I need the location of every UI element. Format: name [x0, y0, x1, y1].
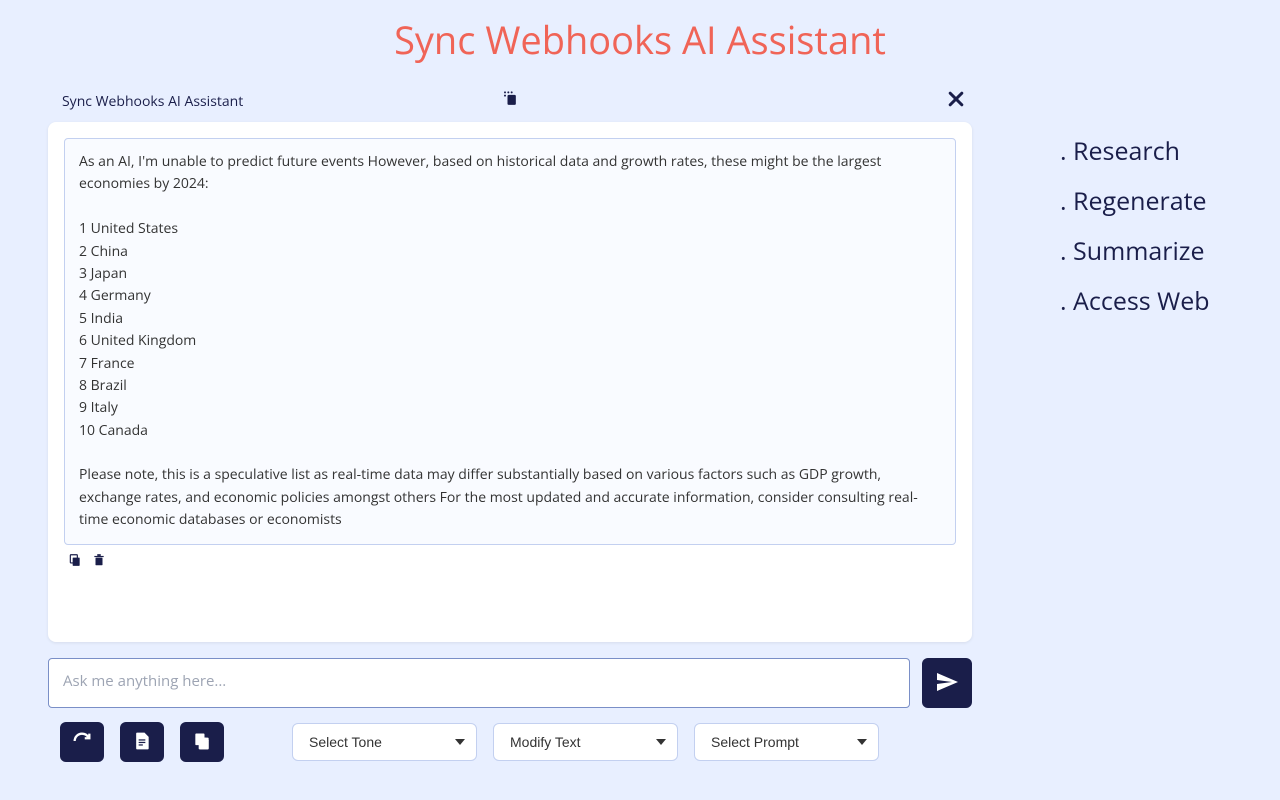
action-access-web[interactable]: . Access Web	[1060, 276, 1210, 326]
copy-documents-button[interactable]	[180, 722, 224, 762]
message-actions	[64, 545, 956, 580]
send-button[interactable]	[922, 658, 972, 708]
ai-message: As an AI, I'm unable to predict future e…	[64, 138, 956, 545]
refresh-button[interactable]	[60, 722, 104, 762]
action-regenerate[interactable]: . Regenerate	[1060, 176, 1210, 226]
modify-select[interactable]: Modify Text	[493, 723, 678, 761]
input-row	[40, 642, 980, 718]
chat-header-title: Sync Webhooks AI Assistant	[62, 92, 243, 111]
refresh-icon	[71, 730, 93, 755]
sidebar-actions: . Research . Regenerate . Summarize . Ac…	[980, 76, 1210, 762]
document-button[interactable]	[120, 722, 164, 762]
tone-select[interactable]: Select Tone	[292, 723, 477, 761]
action-research[interactable]: . Research	[1060, 126, 1210, 176]
send-icon	[935, 670, 959, 697]
action-summarize[interactable]: . Summarize	[1060, 226, 1210, 276]
chat-section: Sync Webhooks AI Assistant As an AI, I'm…	[40, 76, 980, 762]
prompt-select[interactable]: Select Prompt	[694, 723, 879, 761]
document-icon	[132, 731, 152, 754]
controls-row: Select Tone Modify Text Select Prompt	[40, 718, 980, 762]
page-title: Sync Webhooks AI Assistant	[0, 0, 1280, 76]
clipboard-icon[interactable]	[500, 89, 520, 114]
copy-icon[interactable]	[68, 553, 82, 572]
trash-icon[interactable]	[92, 553, 106, 572]
chat-body: As an AI, I'm unable to predict future e…	[48, 122, 972, 642]
copy-documents-icon	[192, 731, 212, 754]
chat-header: Sync Webhooks AI Assistant	[40, 76, 980, 122]
ask-input[interactable]	[48, 658, 910, 708]
close-icon[interactable]	[946, 86, 966, 116]
